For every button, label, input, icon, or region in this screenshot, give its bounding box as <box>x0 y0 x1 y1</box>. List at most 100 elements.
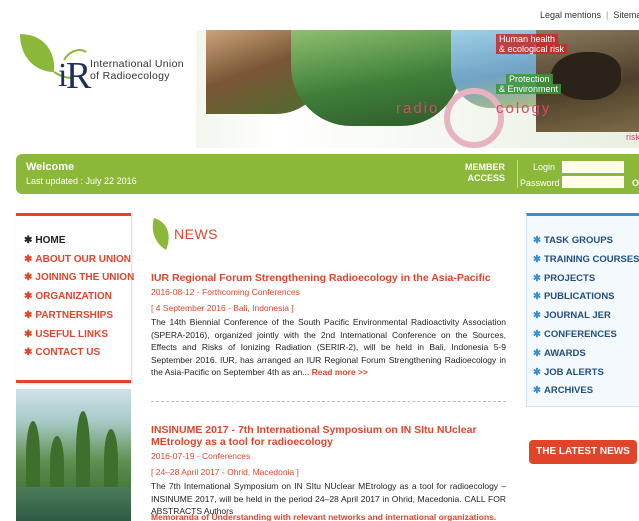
member-access-line-2: ACCESS <box>467 173 505 183</box>
latest-news-button[interactable]: THE LATEST NEWS <box>529 440 637 464</box>
login-label: Login <box>533 162 556 172</box>
menu-item-training-courses[interactable]: ✱ TRAINING COURSES <box>533 251 639 270</box>
article-meta: 2016-08-12 - Forthcoming Conferences <box>151 287 300 297</box>
star-bullet-icon: ✱ <box>533 235 541 246</box>
star-bullet-icon: ✱ <box>533 310 541 322</box>
article-body-text: The 7th International Symposium on IN SI… <box>151 481 506 517</box>
news-article: INSINUME 2017 - 7th International Sympos… <box>151 424 506 518</box>
star-bullet-icon: ✱ <box>533 272 541 284</box>
banner-label-risk: & ecological risk <box>496 44 568 54</box>
menu-item-label: PROJECTS <box>543 272 596 284</box>
svg-text:R: R <box>66 55 92 97</box>
logo-line-2: of Radioecology <box>90 70 170 82</box>
article-title-link[interactable]: INSINUME 2017 - 7th International Sympos… <box>151 424 506 448</box>
star-bullet-icon: ✱ <box>24 272 33 284</box>
leaf-icon <box>152 218 169 250</box>
article-divider <box>151 401 506 402</box>
menu-item-journal-jer[interactable]: ✱ JOURNAL JER <box>533 307 639 326</box>
top-links: Legal mentions | Sitemap <box>540 10 639 20</box>
latest-news-panel: THE LATEST NEWS <box>529 440 639 521</box>
menu-item-label: CONTACT US <box>35 347 101 359</box>
article-body: The 14th Biennial Conference of the Sout… <box>151 316 506 379</box>
news-leaf-icon <box>150 216 174 261</box>
menu-item-useful-links[interactable]: ✱ USEFUL LINKS <box>24 326 131 345</box>
login-ok-button[interactable]: Ok <box>632 178 639 188</box>
photo-tree <box>50 436 64 491</box>
banner-label-health: Human health <box>496 34 559 44</box>
menu-item-label: ORGANIZATION <box>35 291 112 303</box>
legal-mentions-link[interactable]: Legal mentions <box>540 10 601 20</box>
sitemap-link[interactable]: Sitemap <box>613 10 639 20</box>
main-menu: ✱ HOME ✱ ABOUT OUR UNION ✱ JOINING THE UNIO… <box>16 213 134 383</box>
menu-item-organization[interactable]: ✱ ORGANIZATION <box>24 288 131 307</box>
article-meta: 2016-07-19 - Conferences <box>151 451 251 461</box>
menu-item-label: USEFUL LINKS <box>35 328 108 340</box>
menu-item-label: CONFERENCES <box>543 328 617 340</box>
menu-item-label: TRAINING COURSES <box>543 253 639 265</box>
landscape-photo <box>16 389 131 521</box>
star-bullet-icon: ✱ <box>533 385 541 397</box>
menu-item-projects[interactable]: ✱ PROJECTS <box>533 270 639 289</box>
menu-item-joining[interactable]: ✱ JOINING THE UNION <box>24 269 134 288</box>
top-links-separator: | <box>606 10 609 20</box>
banner-label-protection: Protection <box>506 74 553 84</box>
menu-item-conferences[interactable]: ✱ CONFERENCES <box>533 326 639 345</box>
menu-item-label: PUBLICATIONS <box>543 291 615 303</box>
menu-item-label: ARCHIVES <box>543 385 594 397</box>
photo-tree <box>76 411 90 491</box>
menu-item-label: PARTNERSHIPS <box>35 309 113 321</box>
password-input[interactable] <box>562 176 624 188</box>
article-place: [ 4 September 2016 - Bali, Indonesia ] <box>151 303 294 313</box>
star-bullet-icon: ✱ <box>533 366 541 378</box>
menu-item-label: JOB ALERTS <box>543 366 604 378</box>
article-title-link[interactable]: IUR Regional Forum Strengthening Radioec… <box>151 272 506 284</box>
star-bullet-icon: ✱ <box>24 253 33 265</box>
secondary-menu: ✱ TASK GROUPS ✱ TRAINING COURSES ✱ PROJECTS… <box>526 213 639 407</box>
welcome-bar: Welcome Last updated : July 22 2016 MEMB… <box>16 154 639 194</box>
member-access-line-1: MEMBER <box>465 162 505 172</box>
menu-item-about[interactable]: ✱ ABOUT OUR UNION <box>24 251 131 270</box>
menu-item-home[interactable]: ✱ HOME <box>24 232 131 251</box>
member-access-label: MEMBER ACCESS <box>465 162 505 184</box>
menu-item-label: JOURNAL JER <box>543 310 611 322</box>
menu-item-partnerships[interactable]: ✱ PARTNERSHIPS <box>24 307 131 326</box>
star-bullet-icon: ✱ <box>24 347 33 359</box>
scrolling-ticker-text[interactable]: Memoranda of Understanding with relevant… <box>151 512 496 521</box>
star-bullet-icon: ✱ <box>533 253 541 265</box>
logo-line-1: International Union <box>90 58 184 70</box>
welcome-text: Welcome <box>26 161 75 173</box>
star-bullet-icon: ✱ <box>24 328 33 340</box>
star-bullet-icon: ✱ <box>24 235 33 246</box>
banner-e-circle-icon <box>444 88 504 148</box>
menu-item-publications[interactable]: ✱ PUBLICATIONS <box>533 288 639 307</box>
login-input[interactable] <box>562 161 624 173</box>
photo-tree <box>26 421 40 491</box>
star-bullet-icon: ✱ <box>24 291 33 303</box>
banner-word-radio: radio <box>396 100 440 117</box>
menu-item-contact[interactable]: ✱ CONTACT US <box>24 344 131 363</box>
banner-boar-image <box>551 52 621 100</box>
menu-item-label: AWARDS <box>543 347 586 359</box>
star-bullet-icon: ✱ <box>533 328 541 340</box>
menu-item-job-alerts[interactable]: ✱ JOB ALERTS <box>533 364 639 383</box>
menu-item-task-groups[interactable]: ✱ TASK GROUPS <box>533 232 639 251</box>
menu-item-archives[interactable]: ✱ ARCHIVES <box>533 382 639 401</box>
member-access-divider <box>517 160 518 188</box>
banner-word-ecology: cology <box>496 100 552 117</box>
article-place: [ 24–28 April 2017 - Ohrid, Macedonia ] <box>151 467 299 477</box>
banner-word-risk: risk <box>626 132 639 142</box>
password-label: Password <box>520 178 560 188</box>
read-more-link[interactable]: Read more >> <box>312 367 368 377</box>
star-bullet-icon: ✱ <box>24 309 33 321</box>
header-banner: Human health & ecological risk Protectio… <box>196 30 639 148</box>
menu-item-label: TASK GROUPS <box>543 235 613 246</box>
news-article: IUR Regional Forum Strengthening Radioec… <box>151 272 506 379</box>
news-heading: NEWS <box>174 226 218 242</box>
star-bullet-icon: ✱ <box>533 347 541 359</box>
menu-item-label: HOME <box>35 235 66 246</box>
logo-text: International Union of Radioecology <box>90 58 184 82</box>
menu-item-awards[interactable]: ✱ AWARDS <box>533 345 639 364</box>
photo-tree <box>104 429 118 491</box>
menu-item-label: ABOUT OUR UNION <box>35 253 131 265</box>
star-bullet-icon: ✱ <box>533 291 541 303</box>
